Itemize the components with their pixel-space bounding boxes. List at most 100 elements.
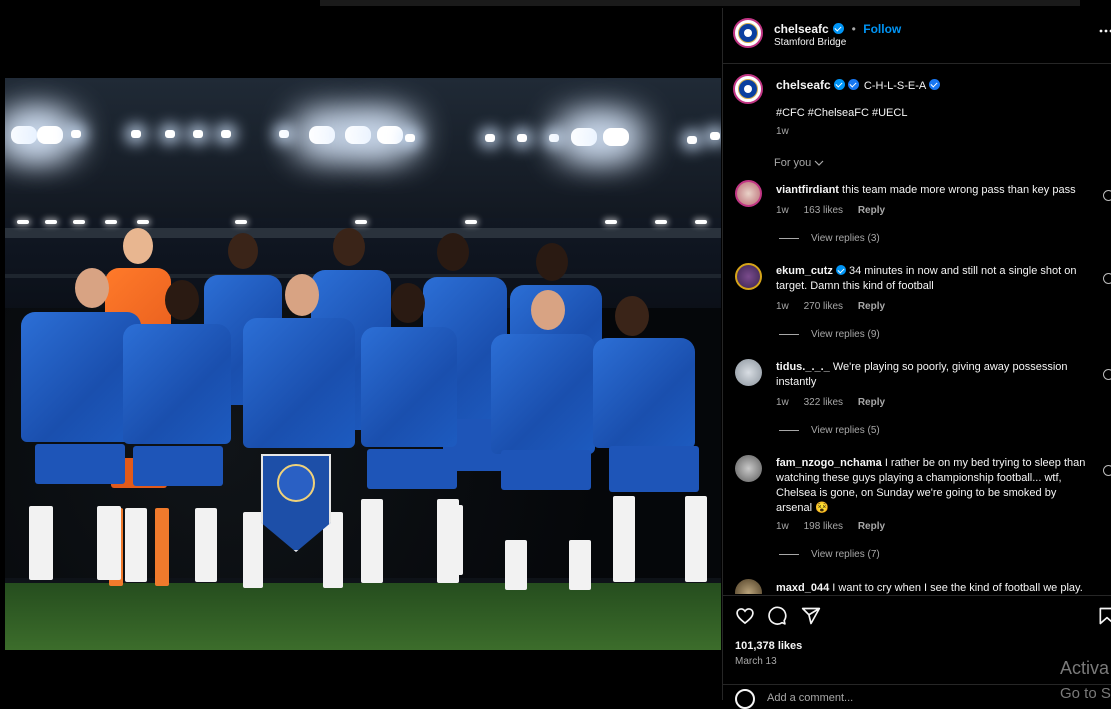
floodlight bbox=[687, 136, 697, 144]
stand-light bbox=[137, 220, 149, 224]
commenter-avatar[interactable] bbox=[735, 263, 762, 290]
view-replies-label: View replies (7) bbox=[811, 549, 880, 560]
comment-icon[interactable] bbox=[767, 606, 787, 626]
comment-like-icon[interactable] bbox=[1103, 190, 1111, 201]
floodlight bbox=[603, 128, 629, 146]
comment-like-icon[interactable] bbox=[1103, 465, 1111, 476]
floodlight bbox=[165, 130, 175, 138]
comment-box-divider bbox=[723, 684, 1111, 685]
commenter-avatar[interactable] bbox=[735, 455, 762, 482]
like-count[interactable]: 101,378 likes bbox=[735, 640, 802, 652]
comment-body: tidus._._._ We're playing so poorly, giv… bbox=[776, 360, 1092, 390]
commenter-avatar[interactable] bbox=[735, 180, 762, 207]
comment-age: 1w bbox=[776, 205, 789, 216]
comment: maxd_044 I want to cry when I see the ki… bbox=[723, 576, 1111, 594]
follow-button[interactable]: Follow bbox=[863, 22, 901, 36]
chevron-down-icon bbox=[814, 160, 824, 166]
comment-age: 1w bbox=[776, 301, 789, 312]
caption-avatar[interactable] bbox=[733, 74, 763, 104]
post-image[interactable] bbox=[5, 78, 721, 650]
floodlight bbox=[221, 130, 231, 138]
floodlight bbox=[549, 134, 559, 142]
floodlight bbox=[279, 130, 289, 138]
author-avatar[interactable] bbox=[733, 18, 763, 48]
comment-meta: 1w 270 likes Reply bbox=[776, 301, 897, 312]
reply-button[interactable]: Reply bbox=[858, 521, 885, 532]
comment-username[interactable]: viantfirdiant bbox=[776, 184, 839, 196]
comment-like-icon[interactable] bbox=[1103, 369, 1111, 380]
reply-button[interactable]: Reply bbox=[858, 397, 885, 408]
comment-body: ekum_cutz 34 minutes in now and still no… bbox=[776, 264, 1092, 294]
floodlight bbox=[377, 126, 403, 144]
add-comment-input[interactable]: Add a comment... bbox=[767, 692, 853, 704]
stand-light bbox=[465, 220, 477, 224]
floodlight bbox=[309, 126, 335, 144]
heart-blue-icon bbox=[928, 79, 940, 90]
header-divider bbox=[723, 63, 1111, 64]
comment-meta: 1w 322 likes Reply bbox=[776, 397, 897, 408]
post-actions bbox=[735, 606, 1111, 628]
comment-like-icon[interactable] bbox=[1103, 273, 1111, 284]
comment-meta: 1w 163 likes Reply bbox=[776, 205, 897, 216]
floodlight bbox=[71, 130, 81, 138]
share-icon[interactable] bbox=[801, 606, 821, 626]
post-header: chelseafc • Follow bbox=[774, 20, 901, 38]
caption-username[interactable]: chelseafc bbox=[776, 78, 831, 92]
caption-line: chelseafc C-H-L-S-E-A bbox=[776, 78, 940, 92]
stand-light bbox=[355, 220, 367, 224]
view-replies-button[interactable]: View replies (5) bbox=[779, 425, 880, 436]
more-options-icon[interactable] bbox=[1099, 24, 1111, 38]
stadium-roof bbox=[5, 78, 721, 218]
floodlight bbox=[37, 126, 63, 144]
caption-hashtags[interactable]: #CFC #ChelseaFC #UECL bbox=[776, 107, 907, 119]
floodlight bbox=[485, 134, 495, 142]
actions-divider bbox=[723, 595, 1111, 596]
comment-body: viantfirdiant this team made more wrong … bbox=[776, 183, 1092, 198]
view-replies-button[interactable]: View replies (7) bbox=[779, 549, 880, 560]
emoji-icon[interactable] bbox=[735, 689, 755, 709]
comment-likes[interactable]: 163 likes bbox=[804, 205, 843, 216]
stand-light bbox=[45, 220, 57, 224]
heart-icon[interactable] bbox=[735, 606, 755, 626]
comment-username[interactable]: maxd_044 bbox=[776, 582, 829, 594]
comment-username[interactable]: fam_nzogo_nchama bbox=[776, 457, 882, 469]
floodlight bbox=[11, 126, 37, 144]
sort-label: For you bbox=[774, 157, 812, 169]
bookmark-icon[interactable] bbox=[1097, 606, 1111, 626]
floodlight bbox=[405, 134, 415, 142]
stand-light bbox=[235, 220, 247, 224]
verified-badge-icon bbox=[835, 265, 846, 275]
windows-activation-watermark: Activa Go to S bbox=[1060, 655, 1111, 707]
stand-light bbox=[605, 220, 617, 224]
floodlight bbox=[571, 128, 597, 146]
floodlight bbox=[193, 130, 203, 138]
verified-badge-icon bbox=[833, 23, 845, 34]
view-replies-label: View replies (9) bbox=[811, 329, 880, 340]
view-replies-label: View replies (3) bbox=[811, 233, 880, 244]
comment-likes[interactable]: 198 likes bbox=[804, 521, 843, 532]
view-replies-button[interactable]: View replies (9) bbox=[779, 329, 880, 340]
view-replies-label: View replies (5) bbox=[811, 425, 880, 436]
club-crest-icon bbox=[277, 464, 315, 502]
comment-likes[interactable]: 270 likes bbox=[804, 301, 843, 312]
stand-light bbox=[105, 220, 117, 224]
floodlight bbox=[345, 126, 371, 144]
top-strip bbox=[320, 0, 1080, 6]
comment-age: 1w bbox=[776, 397, 789, 408]
comment-likes[interactable]: 322 likes bbox=[804, 397, 843, 408]
comment-body: maxd_044 I want to cry when I see the ki… bbox=[776, 581, 1092, 594]
author-username[interactable]: chelseafc bbox=[774, 22, 829, 36]
post-location[interactable]: Stamford Bridge bbox=[774, 37, 846, 48]
reply-button[interactable]: Reply bbox=[858, 205, 885, 216]
comment-username[interactable]: tidus._._._ bbox=[776, 361, 830, 373]
watermark-line-1: Activa bbox=[1060, 658, 1110, 678]
commenter-avatar[interactable] bbox=[735, 359, 762, 386]
comment-text: I want to cry when I see the kind of foo… bbox=[832, 582, 1083, 594]
stand-light bbox=[73, 220, 85, 224]
view-replies-button[interactable]: View replies (3) bbox=[779, 233, 880, 244]
commenter-avatar[interactable] bbox=[735, 579, 762, 594]
verified-badge-icon bbox=[833, 79, 845, 90]
comment-username[interactable]: ekum_cutz bbox=[776, 265, 833, 277]
reply-button[interactable]: Reply bbox=[858, 301, 885, 312]
sort-comments-dropdown[interactable]: For you bbox=[774, 157, 824, 169]
